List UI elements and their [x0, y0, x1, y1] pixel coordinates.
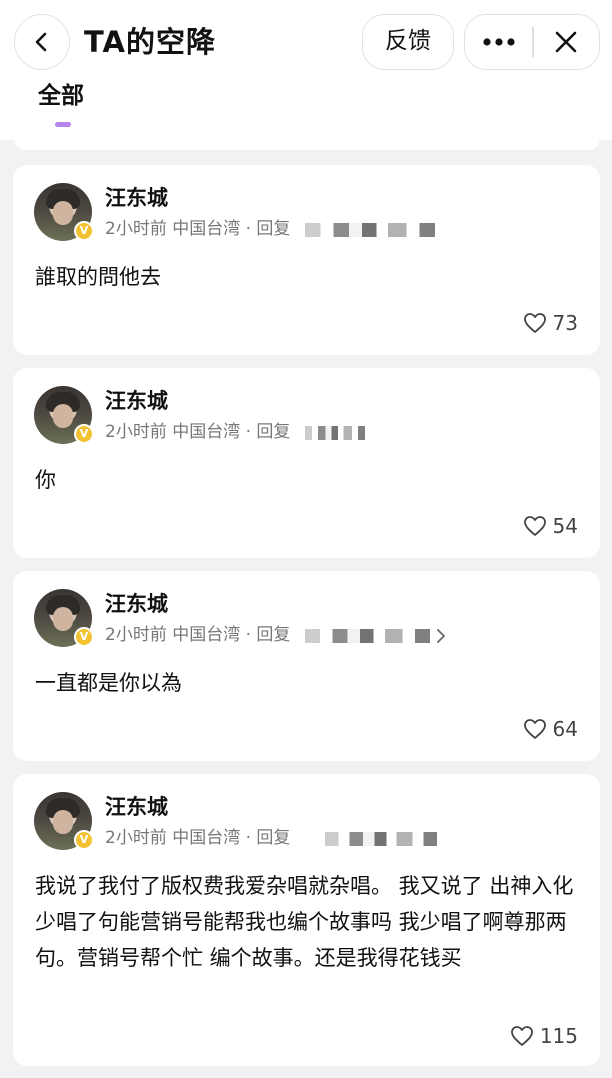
- verified-badge-icon: V: [74, 221, 94, 241]
- close-icon: [555, 31, 577, 52]
- comment-meta: 2小时前 中国台湾 · 回复: [105, 219, 291, 239]
- comment-text: 你: [35, 468, 56, 492]
- comment-card: V 汪东城 2小时前 中国台湾 · 回复 你 54: [13, 368, 600, 558]
- verified-badge-icon: V: [74, 424, 94, 444]
- like-button[interactable]: 115: [510, 1024, 578, 1048]
- redacted-username: [305, 426, 365, 440]
- verified-badge-icon: V: [74, 830, 94, 850]
- like-count: 64: [552, 717, 578, 741]
- comment-text: 我说了我付了版权费我爱杂唱就杂唱。 我又说了 出神入化少唱了句能营销号能帮我也编…: [35, 874, 574, 970]
- comment-meta: 2小时前 中国台湾 · 回复: [105, 422, 291, 442]
- like-count: 73: [552, 311, 578, 335]
- comment-text: 一直都是你以為: [35, 671, 182, 695]
- like-button[interactable]: 64: [523, 717, 578, 741]
- more-button[interactable]: [465, 15, 533, 68]
- more-icon: [483, 37, 515, 46]
- heart-icon: [523, 313, 546, 333]
- avatar[interactable]: V: [34, 589, 94, 647]
- list-top-edge: [14, 138, 600, 150]
- redacted-username: [305, 629, 430, 643]
- like-count: 115: [539, 1024, 578, 1048]
- like-button[interactable]: 54: [523, 514, 578, 538]
- redacted-username: [325, 832, 437, 846]
- author-name[interactable]: 汪东城: [105, 183, 168, 213]
- avatar[interactable]: V: [34, 386, 94, 444]
- author-name[interactable]: 汪东城: [105, 589, 168, 619]
- close-button[interactable]: [533, 15, 599, 68]
- heart-icon: [510, 1026, 533, 1046]
- chevron-right-icon[interactable]: [436, 629, 446, 643]
- back-button[interactable]: [14, 14, 70, 70]
- avatar[interactable]: V: [34, 792, 94, 850]
- comment-card: V 汪东城 2小时前 中国台湾 · 回复 誰取的問他去 73: [13, 165, 600, 355]
- comment-text: 誰取的問他去: [35, 265, 161, 289]
- author-name[interactable]: 汪东城: [105, 792, 168, 822]
- comment-card: V 汪东城 2小时前 中国台湾 · 回复 一直都是你以為 64: [13, 571, 600, 761]
- top-bar: TA的空降 反馈 全部: [0, 0, 612, 140]
- like-count: 54: [552, 514, 578, 538]
- avatar[interactable]: V: [34, 183, 94, 241]
- redacted-username: [305, 223, 435, 237]
- heart-icon: [523, 719, 546, 739]
- comment-card: V 汪东城 2小时前 中国台湾 · 回复 我说了我付了版权费我爱杂唱就杂唱。 我…: [13, 774, 600, 1066]
- tab-all[interactable]: 全部: [38, 78, 84, 114]
- tab-active-indicator: [55, 122, 71, 127]
- heart-icon: [523, 516, 546, 536]
- page-title: TA的空降: [84, 25, 216, 59]
- comment-meta: 2小时前 中国台湾 · 回复: [105, 625, 291, 645]
- mini-program-capsule: [464, 14, 600, 70]
- comment-meta: 2小时前 中国台湾 · 回复: [105, 828, 291, 848]
- feedback-button[interactable]: 反馈: [362, 14, 454, 70]
- verified-badge-icon: V: [74, 627, 94, 647]
- chevron-left-icon: [35, 32, 47, 52]
- author-name[interactable]: 汪东城: [105, 386, 168, 416]
- like-button[interactable]: 73: [523, 311, 578, 335]
